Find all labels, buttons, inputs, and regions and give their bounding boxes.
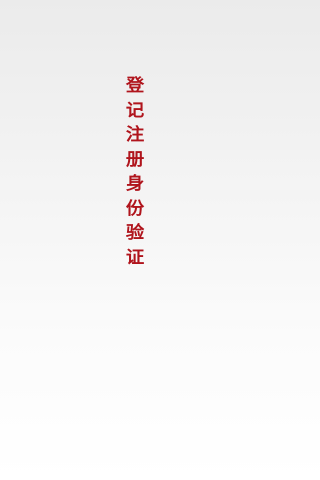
title-char: 份	[125, 198, 145, 219]
vertical-app-title: 登 记 注 册 身 份 验 证	[120, 74, 150, 270]
title-char: 验	[125, 223, 145, 243]
title-char: 记	[125, 100, 145, 121]
title-char: 登	[125, 76, 145, 96]
splash-screen: 登 记 注 册 身 份 验 证	[0, 0, 270, 480]
title-char: 身	[125, 174, 145, 194]
title-char: 册	[125, 149, 145, 170]
title-char: 证	[125, 247, 145, 268]
title-char: 注	[125, 125, 145, 145]
